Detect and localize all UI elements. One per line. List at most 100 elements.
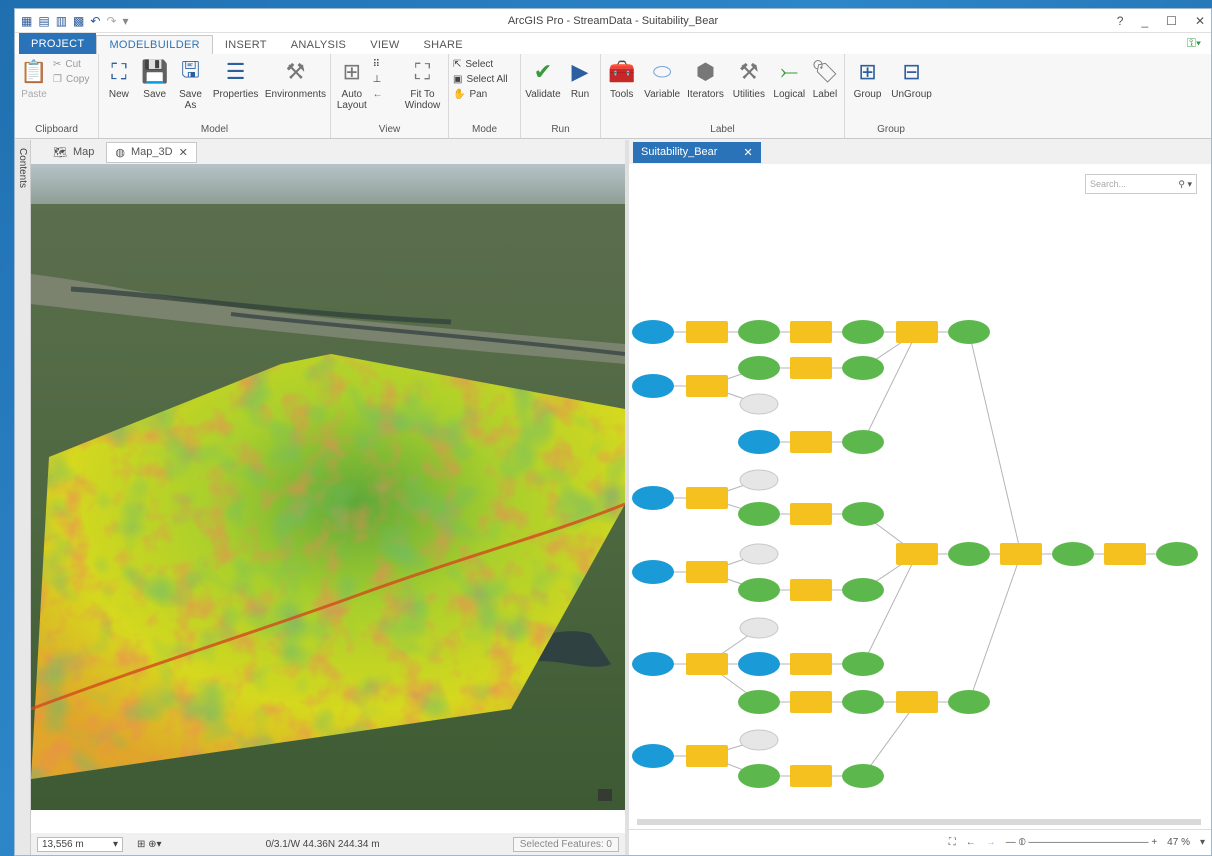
redo-icon[interactable]: ↷	[106, 14, 116, 28]
model-output-node[interactable]	[842, 430, 884, 454]
zoom-slider[interactable]: — ⦶ ———————————— +	[1006, 837, 1157, 848]
previous-extent-icon[interactable]: ←	[373, 89, 397, 100]
model-tool-node[interactable]	[790, 357, 832, 379]
model-parameter-node[interactable]	[739, 617, 779, 639]
scale-dropdown[interactable]: 13,556 m ▾	[37, 836, 123, 852]
model-tool-node[interactable]	[790, 321, 832, 343]
model-tool-node[interactable]	[790, 431, 832, 453]
tab-suitability-bear[interactable]: Suitability_Bear ✕	[633, 141, 761, 163]
model-tool-node[interactable]	[686, 561, 728, 583]
model-parameter-node[interactable]	[739, 393, 779, 415]
properties-button[interactable]: ☰ Properties	[210, 57, 260, 100]
auto-layout-button[interactable]: ⊞ Auto Layout	[335, 57, 369, 111]
close-button[interactable]: ✕	[1195, 14, 1205, 28]
new-project-icon[interactable]: ▤	[38, 14, 49, 28]
tab-analysis[interactable]: ANALYSIS	[279, 36, 358, 54]
model-output-node[interactable]	[842, 764, 884, 788]
model-parameter-node[interactable]	[739, 729, 779, 751]
model-parameter-node[interactable]	[739, 469, 779, 491]
model-output-node[interactable]	[1052, 542, 1094, 566]
maximize-button[interactable]: ☐	[1166, 14, 1177, 28]
model-tool-node[interactable]	[1104, 543, 1146, 565]
utilities-button[interactable]: ⚒ Utilities	[729, 57, 768, 100]
model-tool-node[interactable]	[896, 691, 938, 713]
model-tool-node[interactable]	[1000, 543, 1042, 565]
validate-button[interactable]: ✔ Validate	[525, 57, 561, 100]
model-output-node[interactable]	[738, 764, 780, 788]
label-button[interactable]: 🏷 Label	[810, 57, 840, 100]
undo-icon[interactable]: ↶	[90, 14, 100, 28]
select-all-button[interactable]: ▣ Select All	[453, 74, 508, 85]
tools-button[interactable]: 🧰 Tools	[605, 57, 638, 100]
model-tool-node[interactable]	[686, 745, 728, 767]
contents-pane-tab[interactable]: Contents	[15, 140, 31, 855]
model-tool-node[interactable]	[790, 503, 832, 525]
customize-qat-icon[interactable]: ▾	[123, 14, 129, 28]
tab-map[interactable]: 🗺 Map	[45, 143, 102, 162]
model-output-node[interactable]	[842, 578, 884, 602]
pan-button[interactable]: ✋ Pan	[453, 89, 508, 100]
variable-button[interactable]: ⬭ Variable	[642, 57, 681, 100]
horizontal-scrollbar[interactable]	[637, 819, 1201, 825]
open-project-icon[interactable]: ▥	[56, 14, 67, 28]
selected-features[interactable]: Selected Features: 0	[512, 836, 619, 852]
model-output-node[interactable]	[842, 356, 884, 380]
layout-tree-icon[interactable]: ⊥	[373, 74, 397, 85]
model-tool-node[interactable]	[790, 691, 832, 713]
select-button[interactable]: ⇱ Select	[453, 59, 508, 70]
model-tool-node[interactable]	[686, 487, 728, 509]
help-button[interactable]: ?	[1117, 14, 1124, 28]
model-output-node[interactable]	[738, 502, 780, 526]
model-tool-node[interactable]	[790, 765, 832, 787]
model-tool-node[interactable]	[896, 543, 938, 565]
model-tool-node[interactable]	[790, 653, 832, 675]
model-output-node[interactable]	[738, 320, 780, 344]
navigator-icon[interactable]: ⊞ ⊕▾	[137, 839, 162, 850]
forward-arrow-icon[interactable]: →	[986, 837, 996, 848]
model-input-data-node[interactable]	[632, 320, 674, 344]
save-as-button[interactable]: 🖫 Save As	[175, 57, 207, 111]
model-tool-node[interactable]	[896, 321, 938, 343]
model-output-node[interactable]	[842, 690, 884, 714]
model-input-data-node[interactable]	[632, 560, 674, 584]
model-output-node[interactable]	[1156, 542, 1198, 566]
layout-grid-icon[interactable]: ⠿	[373, 59, 397, 70]
save-project-icon[interactable]: ▩	[73, 14, 84, 28]
model-tool-node[interactable]	[686, 321, 728, 343]
iterators-button[interactable]: ⬢ Iterators	[686, 57, 725, 100]
search-input[interactable]: Search... ⚲ ▾	[1085, 174, 1197, 194]
scene-widget-icon[interactable]	[598, 789, 612, 801]
back-arrow-icon[interactable]: ←	[966, 837, 976, 848]
model-input-data-node[interactable]	[632, 652, 674, 676]
model-input-data-node[interactable]	[738, 430, 780, 454]
model-tool-node[interactable]	[686, 375, 728, 397]
model-input-data-node[interactable]	[632, 374, 674, 398]
model-output-node[interactable]	[842, 320, 884, 344]
model-input-data-node[interactable]	[738, 652, 780, 676]
model-tool-node[interactable]	[686, 653, 728, 675]
model-canvas[interactable]: Search... ⚲ ▾	[629, 164, 1211, 829]
3d-scene-view[interactable]	[31, 164, 625, 833]
signin-status-icon[interactable]: ⚿▾	[1177, 33, 1211, 54]
cut-button[interactable]: ✂ Cut	[53, 59, 89, 70]
tab-view[interactable]: VIEW	[358, 36, 411, 54]
model-output-node[interactable]	[842, 652, 884, 676]
model-output-node[interactable]	[948, 542, 990, 566]
paste-button[interactable]: 📋 Paste	[19, 57, 49, 100]
model-input-data-node[interactable]	[632, 486, 674, 510]
tab-insert[interactable]: INSERT	[213, 36, 279, 54]
model-output-node[interactable]	[738, 578, 780, 602]
group-button[interactable]: ⊞ Group	[849, 57, 886, 100]
model-output-node[interactable]	[842, 502, 884, 526]
copy-button[interactable]: ❐ Copy	[53, 74, 89, 85]
ungroup-button[interactable]: ⊟ UnGroup	[890, 57, 933, 100]
minimize-button[interactable]: _	[1141, 14, 1148, 28]
environments-button[interactable]: ⚒ Environments	[265, 57, 326, 100]
close-tab-icon[interactable]: ✕	[179, 146, 188, 159]
model-output-node[interactable]	[738, 690, 780, 714]
save-model-button[interactable]: 💾 Save	[139, 57, 171, 100]
model-output-node[interactable]	[738, 356, 780, 380]
new-model-button[interactable]: ⛶ New	[103, 57, 135, 100]
tab-map-3d[interactable]: ◍ Map_3D ✕	[106, 141, 197, 163]
model-input-data-node[interactable]	[632, 744, 674, 768]
